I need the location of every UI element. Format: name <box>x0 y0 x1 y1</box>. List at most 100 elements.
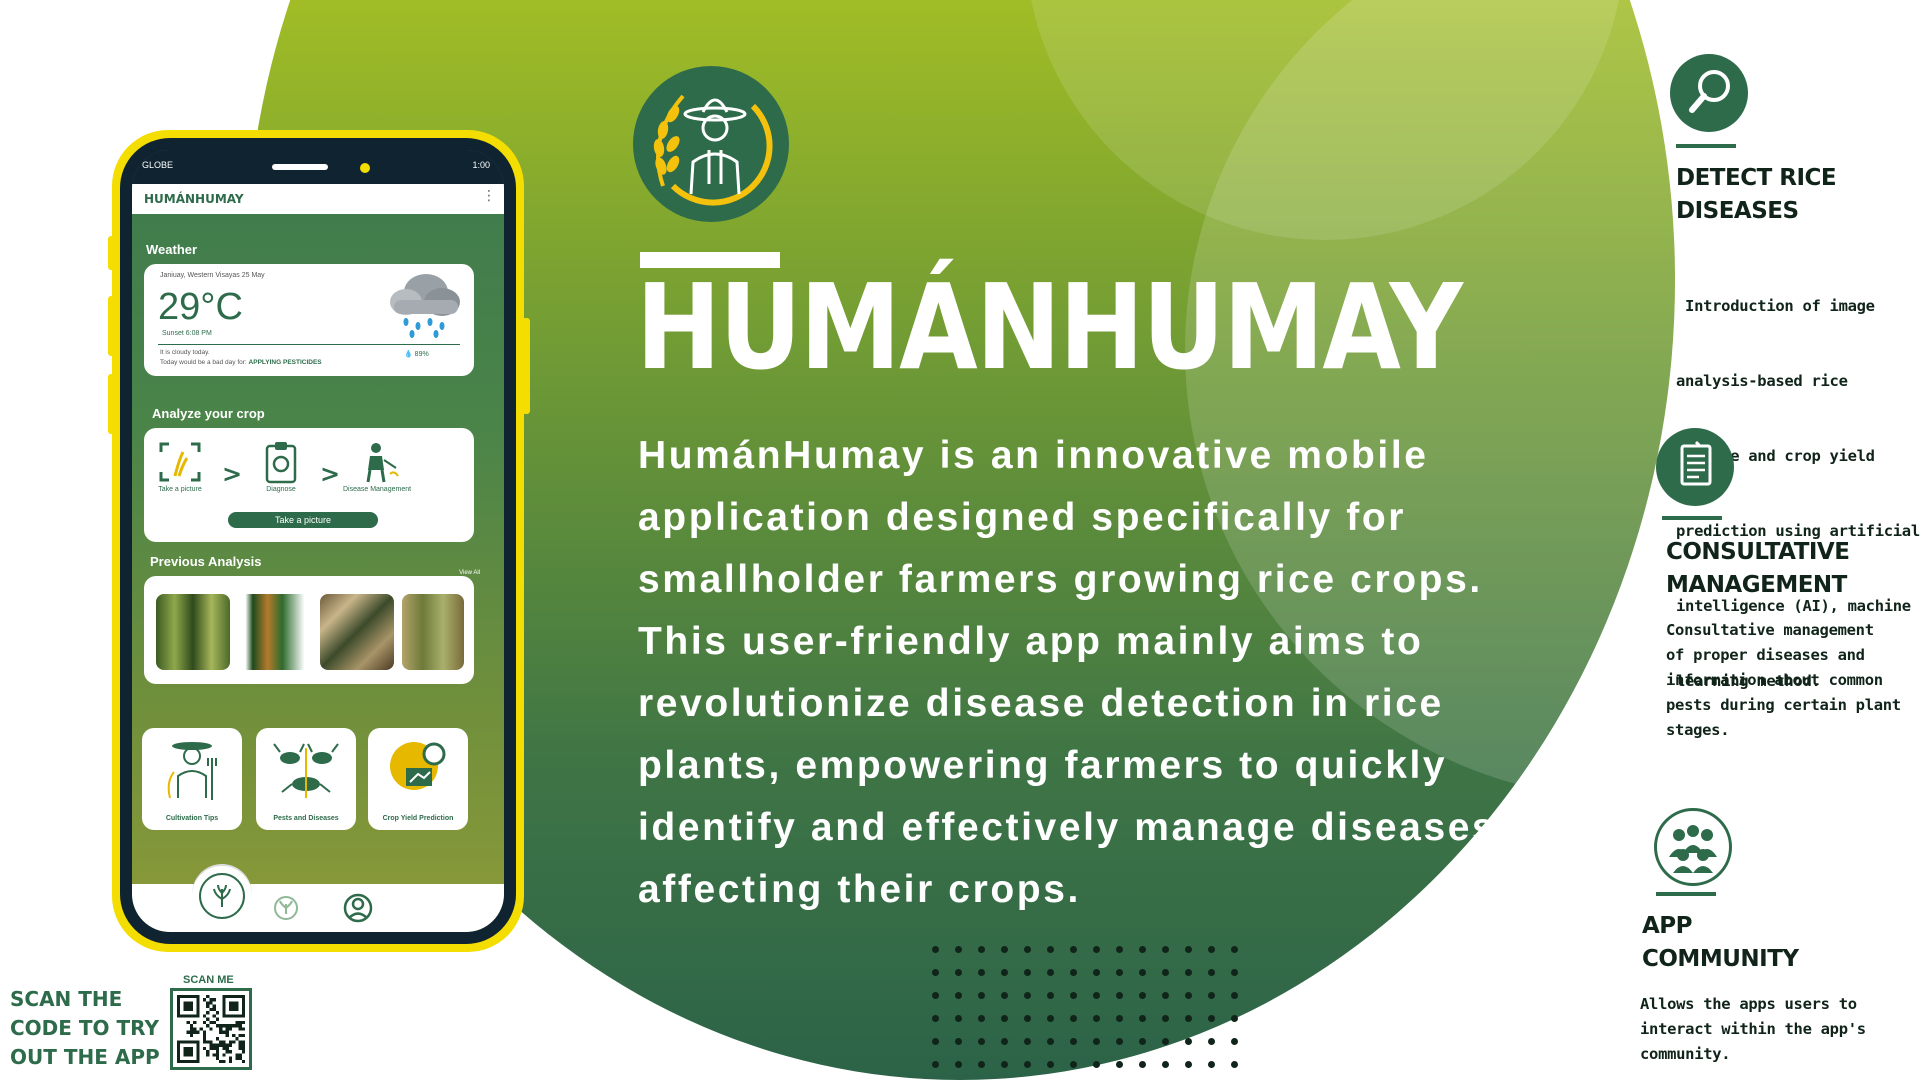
feature-desc-line: information about common <box>1666 671 1883 689</box>
decorative-dot <box>1116 992 1123 999</box>
decorative-dot <box>955 1038 962 1045</box>
decorative-dot <box>955 946 962 953</box>
step-label: Disease Management <box>342 486 412 493</box>
previous-analysis-label: Previous Analysis <box>150 554 262 569</box>
qr-module <box>238 1020 242 1025</box>
qr-module <box>206 1004 210 1008</box>
qr-module <box>212 1020 216 1025</box>
qr-module <box>238 1027 242 1031</box>
qr-module <box>206 1017 210 1021</box>
more-options-icon[interactable]: ⋮ <box>482 188 496 204</box>
qr-module <box>206 1053 210 1057</box>
decorative-dot <box>1231 1015 1238 1022</box>
decorative-dot <box>1208 1061 1215 1068</box>
qr-module <box>215 1050 220 1054</box>
qr-module <box>189 1033 194 1038</box>
take-picture-button[interactable]: Take a picture <box>228 512 378 528</box>
qr-code[interactable] <box>170 988 252 1070</box>
qr-module <box>215 1024 220 1028</box>
analysis-thumbnail[interactable] <box>402 594 464 670</box>
qr-module <box>199 1027 203 1031</box>
qr-module <box>222 1024 226 1028</box>
scan-plant-icon[interactable] <box>272 894 300 922</box>
decorative-dot <box>1001 1061 1008 1068</box>
clock-label: 1:00 <box>472 160 490 170</box>
qr-module <box>193 1027 197 1031</box>
rain-cloud-icon <box>380 268 466 340</box>
decorative-dot <box>1070 1061 1077 1068</box>
qr-module <box>235 1020 239 1025</box>
decorative-dot <box>1162 1061 1169 1068</box>
decorative-dot <box>1185 1038 1192 1045</box>
analysis-thumbnail[interactable] <box>238 594 312 670</box>
decorative-dot <box>1162 946 1169 953</box>
feature-desc-line: stages. <box>1666 721 1730 739</box>
scan-line: OUT THE APP <box>10 1045 160 1069</box>
qr-module <box>228 1024 233 1028</box>
qr-module <box>215 1056 220 1060</box>
step-diagnose: Diagnose <box>254 440 308 493</box>
pests-and-diseases-tile[interactable]: Pests and Diseases <box>256 728 356 830</box>
qr-module <box>219 1043 223 1047</box>
feature-title-line: DETECT RICE <box>1676 165 1837 191</box>
analyze-card: Take a picture > Diagnose > Disease Mana… <box>144 428 474 542</box>
feature-title-community: APP COMMUNITY <box>1642 910 1799 976</box>
qr-module <box>209 1046 213 1051</box>
decorative-dot <box>1024 946 1031 953</box>
phone-bezel: GLOBE 1:00 HUMÁNHUMAY ⋮ Weather Janiuay,… <box>120 138 516 944</box>
decorative-dot <box>1185 992 1192 999</box>
tile-label: Crop Yield Prediction <box>382 815 454 822</box>
step-disease-management: Disease Management <box>340 440 414 493</box>
sprayer-farmer-icon <box>366 443 399 483</box>
clipboard-icon <box>265 442 297 484</box>
qr-module <box>222 1046 226 1051</box>
decorative-dot <box>955 1061 962 1068</box>
farmer-logo-icon <box>633 66 789 222</box>
step-label: Take a picture <box>158 486 202 493</box>
cultivation-tips-tile[interactable]: Cultivation Tips <box>142 728 242 830</box>
qr-module <box>219 1024 223 1028</box>
tile-label: Cultivation Tips <box>165 815 219 822</box>
status-bar: GLOBE 1:00 <box>132 150 504 184</box>
qr-module <box>225 1046 229 1051</box>
qr-module <box>212 1046 216 1051</box>
weather-card[interactable]: Janiuay, Western Visayas 25 May 29°C Sun… <box>144 264 474 376</box>
decorative-dot <box>1116 1015 1123 1022</box>
home-nav-button[interactable] <box>192 866 252 926</box>
profile-icon[interactable] <box>342 892 374 924</box>
analysis-thumbnail[interactable] <box>320 594 394 670</box>
decorative-dot <box>955 1015 962 1022</box>
weather-summary: It is cloudy today. <box>160 349 210 356</box>
crop-yield-prediction-tile[interactable]: Crop Yield Prediction <box>368 728 468 830</box>
analyze-label: Analyze your crop <box>152 406 265 421</box>
qr-module <box>235 1053 239 1057</box>
qr-module <box>241 1020 245 1025</box>
step-label: Diagnose <box>266 486 296 493</box>
qr-module <box>206 995 210 999</box>
qr-module <box>202 1020 207 1025</box>
qr-module <box>238 1056 242 1060</box>
qr-module <box>238 1043 242 1047</box>
qr-module <box>212 1007 216 1012</box>
qr-module <box>225 1033 229 1038</box>
decorative-dot <box>1162 969 1169 976</box>
app-screen: GLOBE 1:00 HUMÁNHUMAY ⋮ Weather Janiuay,… <box>132 150 504 932</box>
decorative-dot <box>1185 946 1192 953</box>
qr-module <box>215 1053 220 1057</box>
feature-title-line: COMMUNITY <box>1642 946 1799 972</box>
decorative-dot <box>1070 969 1077 976</box>
qr-module <box>215 1043 220 1047</box>
qr-module <box>183 1046 194 1057</box>
qr-module <box>206 1050 210 1054</box>
decorative-dot <box>955 992 962 999</box>
qr-module <box>202 1033 207 1038</box>
qr-module <box>228 1050 233 1054</box>
decorative-dot <box>1116 1061 1123 1068</box>
decorative-dot <box>1070 1038 1077 1045</box>
decorative-dot-grid <box>932 946 1252 1076</box>
decorative-dot <box>1139 1038 1146 1045</box>
qr-module <box>202 1046 207 1051</box>
decorative-dot <box>1024 1061 1031 1068</box>
humidity-value: 89% <box>414 351 429 358</box>
analysis-thumbnail[interactable] <box>156 594 230 670</box>
